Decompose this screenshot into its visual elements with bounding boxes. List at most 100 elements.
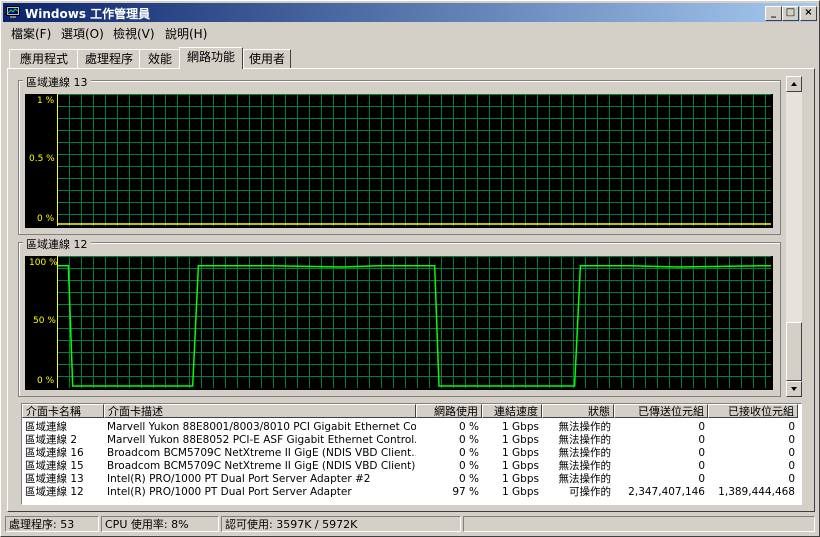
graph-1-y-min: 0 % bbox=[37, 214, 55, 224]
table-cell: 區域連線 12 bbox=[25, 486, 84, 498]
graph-plot-2 bbox=[57, 256, 771, 388]
tab-processes[interactable]: 處理程序 bbox=[77, 49, 141, 68]
status-empty bbox=[463, 516, 815, 532]
graph-area-2: 100 % 50 % 0 % bbox=[25, 256, 773, 390]
status-bar: 處理程序: 53 CPU 使用率: 8% 認可使用: 3597K / 5972K bbox=[3, 515, 817, 534]
scroll-up-button[interactable] bbox=[786, 76, 802, 92]
graph-group-1: 區域連線 13 1 % 0.5 % 0 % bbox=[18, 74, 781, 235]
tab-performance[interactable]: 效能 bbox=[139, 49, 181, 68]
menu-bar: 檔案(F) 選項(O) 檢視(V) 說明(H) bbox=[3, 23, 817, 41]
table-cell: 0 bbox=[788, 434, 795, 446]
menu-help[interactable]: 說明(H) bbox=[165, 25, 207, 42]
table-cell: 0 bbox=[788, 421, 795, 433]
graph-plot-1 bbox=[57, 94, 771, 226]
table-cell: 無法操作的 bbox=[558, 447, 612, 459]
maximize-button[interactable]: □ bbox=[782, 6, 799, 21]
col-bytes-received[interactable]: 已接收位元組 bbox=[708, 404, 798, 418]
table-cell: 無法操作的 bbox=[558, 473, 612, 485]
graph-1-y-mid: 0.5 % bbox=[29, 154, 55, 164]
table-cell: 1 Gbps bbox=[502, 447, 539, 459]
minimize-button[interactable]: _ bbox=[765, 6, 782, 21]
table-cell: 區域連線 15 bbox=[25, 460, 84, 472]
scroll-thumb[interactable] bbox=[786, 322, 802, 381]
table-cell: 區域連線 16 bbox=[25, 447, 84, 459]
window-title: Windows 工作管理員 bbox=[25, 7, 151, 21]
graph-title-2: 區域連線 12 bbox=[23, 236, 91, 252]
task-manager-window: Windows 工作管理員 _ □ × 檔案(F) 選項(O) 檢視(V) 說明… bbox=[0, 0, 820, 537]
table-cell: Marvell Yukon 88E8001/8003/8010 PCI Giga… bbox=[107, 421, 416, 433]
table-cell: 無法操作的 bbox=[558, 421, 612, 433]
col-bytes-sent[interactable]: 已傳送位元組 bbox=[614, 404, 708, 418]
table-row[interactable]: 區域連線 13 Intel(R) PRO/1000 PT Dual Port Se… bbox=[22, 473, 801, 486]
table-cell: 97 % bbox=[452, 486, 479, 498]
col-adapter-desc[interactable]: 介面卡描述 bbox=[104, 404, 416, 418]
graph-title-1: 區域連線 13 bbox=[23, 74, 91, 90]
table-cell: 0 bbox=[698, 421, 705, 433]
table-cell: 0 bbox=[698, 473, 705, 485]
close-button[interactable]: × bbox=[800, 6, 817, 21]
table-cell: 0 bbox=[788, 447, 795, 459]
table-row[interactable]: 區域連線 15 Broadcom BCM5709C NetXtreme II Gi… bbox=[22, 460, 801, 473]
adapter-list[interactable]: 介面卡名稱 介面卡描述 網路使用 連結速度 狀態 已傳送位元組 已接收位元組 區… bbox=[21, 403, 802, 505]
table-cell: 0 % bbox=[459, 447, 479, 459]
status-cpu: CPU 使用率: 8% bbox=[101, 516, 219, 532]
status-commit: 認可使用: 3597K / 5972K bbox=[221, 516, 461, 532]
tab-users[interactable]: 使用者 bbox=[243, 49, 291, 68]
table-cell: 0 % bbox=[459, 473, 479, 485]
table-cell: Marvell Yukon 88E8052 PCI-E ASF Gigabit … bbox=[107, 434, 416, 446]
col-state[interactable]: 狀態 bbox=[542, 404, 614, 418]
table-cell: 0 % bbox=[459, 460, 479, 472]
table-cell: 0 bbox=[788, 473, 795, 485]
table-cell: Broadcom BCM5709C NetXtreme II GigE (NDI… bbox=[107, 460, 416, 472]
table-cell: 0 bbox=[698, 460, 705, 472]
task-manager-icon bbox=[6, 6, 20, 18]
table-cell: 無法操作的 bbox=[558, 460, 612, 472]
table-cell: 區域連線 2 bbox=[25, 434, 78, 446]
col-adapter-name[interactable]: 介面卡名稱 bbox=[22, 404, 104, 418]
table-cell: 0 bbox=[698, 434, 705, 446]
table-cell: 無法操作的 bbox=[558, 434, 612, 446]
table-cell: 區域連線 bbox=[25, 421, 67, 433]
status-processes: 處理程序: 53 bbox=[5, 516, 99, 532]
graph-1-y-max: 1 % bbox=[37, 96, 55, 106]
table-cell: 1 Gbps bbox=[502, 434, 539, 446]
graph-area-1: 1 % 0.5 % 0 % bbox=[25, 94, 773, 228]
table-row[interactable]: 區域連線 12 Intel(R) PRO/1000 PT Dual Port Se… bbox=[22, 486, 801, 499]
table-row[interactable]: 區域連線 16 Broadcom BCM5709C NetXtreme II Gi… bbox=[22, 447, 801, 460]
table-row[interactable]: 區域連線 2 Marvell Yukon 88E8052 PCI-E ASF Gi… bbox=[22, 434, 801, 447]
usage-series-line bbox=[57, 264, 771, 387]
title-bar[interactable]: Windows 工作管理員 _ □ × bbox=[3, 3, 817, 22]
scroll-down-button[interactable] bbox=[786, 381, 802, 397]
table-cell: Intel(R) PRO/1000 PT Dual Port Server Ad… bbox=[107, 473, 371, 485]
table-cell: Broadcom BCM5709C NetXtreme II GigE (NDI… bbox=[107, 447, 416, 459]
graph-2-y-mid: 50 % bbox=[33, 316, 56, 326]
table-cell: 1 Gbps bbox=[502, 473, 539, 485]
col-link-speed[interactable]: 連結速度 bbox=[482, 404, 542, 418]
table-cell: 可操作的 bbox=[569, 486, 611, 498]
table-cell: 1 Gbps bbox=[502, 421, 539, 433]
table-cell: 2,347,407,146 bbox=[628, 486, 705, 498]
table-cell: 0 bbox=[788, 460, 795, 472]
tab-applications[interactable]: 應用程式 bbox=[9, 49, 79, 68]
menu-options[interactable]: 選項(O) bbox=[61, 25, 104, 42]
menu-view[interactable]: 檢視(V) bbox=[113, 25, 155, 42]
table-cell: Intel(R) PRO/1000 PT Dual Port Server Ad… bbox=[107, 486, 352, 498]
table-cell: 區域連線 13 bbox=[25, 473, 84, 485]
arrow-up-icon bbox=[791, 82, 797, 86]
table-cell: 1 Gbps bbox=[502, 486, 539, 498]
arrow-down-icon bbox=[791, 387, 797, 391]
table-cell: 0 bbox=[698, 447, 705, 459]
graph-2-y-max: 100 % bbox=[29, 258, 58, 268]
graph-group-2: 區域連線 12 100 % 50 % 0 % bbox=[18, 236, 781, 397]
table-cell: 0 % bbox=[459, 434, 479, 446]
graphs-scrollbar[interactable] bbox=[786, 76, 802, 397]
table-cell: 1,389,444,468 bbox=[718, 486, 795, 498]
tab-networking[interactable]: 網路功能 bbox=[179, 47, 243, 69]
table-cell: 0 % bbox=[459, 421, 479, 433]
tab-strip: 應用程式 處理程序 效能 網路功能 使用者 bbox=[7, 47, 815, 69]
table-row[interactable]: 區域連線 Marvell Yukon 88E8001/8003/8010 PCI … bbox=[22, 421, 801, 434]
adapter-list-header: 介面卡名稱 介面卡描述 網路使用 連結速度 狀態 已傳送位元組 已接收位元組 bbox=[22, 404, 801, 420]
graph-2-y-min: 0 % bbox=[37, 376, 55, 386]
col-network-util[interactable]: 網路使用 bbox=[416, 404, 482, 418]
menu-file[interactable]: 檔案(F) bbox=[11, 25, 51, 42]
